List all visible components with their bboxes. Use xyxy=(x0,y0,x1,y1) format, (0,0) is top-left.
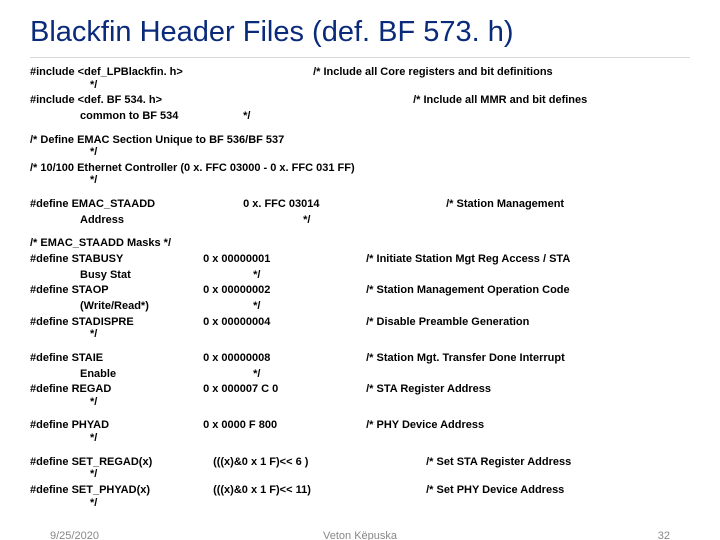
footer-author: Veton Këpuska xyxy=(323,530,397,540)
comment-text: /* Set STA Register Address xyxy=(426,456,571,469)
define-name: #define STAIE xyxy=(30,352,200,365)
comment-text: /* Station Management xyxy=(446,198,564,211)
define-set-regad: #define SET_REGAD(x) (((x)&0 x 1 F)<< 6 … xyxy=(30,456,690,469)
footer-date: 9/25/2020 xyxy=(50,530,99,540)
comment-text: /* Set PHY Device Address xyxy=(426,484,564,497)
section-comment: /* Define EMAC Section Unique to BF 536/… xyxy=(30,134,690,147)
comment-text: /* Station Management Operation Code xyxy=(366,284,570,297)
define-name-sub: Address xyxy=(30,214,240,227)
define-value: (((x)&0 x 1 F)<< 6 ) xyxy=(203,456,423,469)
comment-text: /* STA Register Address xyxy=(366,383,491,396)
comment-end: */ xyxy=(243,214,323,227)
code-text: common to BF 534 xyxy=(30,110,240,123)
define-name-sub: Busy Stat xyxy=(30,269,200,282)
define-staop: #define STAOP 0 x 00000002 /* Station Ma… xyxy=(30,284,690,297)
define-name: #define STADISPRE xyxy=(30,316,200,329)
define-phyad: #define PHYAD 0 x 0000 F 800 /* PHY Devi… xyxy=(30,419,690,432)
define-stadispre: #define STADISPRE 0 x 00000004 /* Disabl… xyxy=(30,316,690,329)
comment-end: */ xyxy=(30,432,690,445)
slide: Blackfin Header Files (def. BF 573. h) #… xyxy=(0,0,720,540)
define-name: #define REGAD xyxy=(30,383,200,396)
define-value: 0 x 00000001 xyxy=(203,253,363,266)
comment-text: /* Include all Core registers and bit de… xyxy=(313,66,553,79)
define-value: 0 x 00000002 xyxy=(203,284,363,297)
define-name-sub: Enable xyxy=(30,368,200,381)
define-value: 0 x 0000 F 800 xyxy=(203,419,363,432)
comment-text: /* Include all MMR and bit defines xyxy=(413,94,587,107)
define-stabusy: #define STABUSY 0 x 00000001 /* Initiate… xyxy=(30,253,690,266)
comment-end: */ xyxy=(243,110,250,122)
comment-end: */ xyxy=(30,174,690,187)
include-line-2b: common to BF 534 */ xyxy=(30,110,690,123)
comment-text: /* PHY Device Address xyxy=(366,419,484,432)
masks-comment: /* EMAC_STAADD Masks */ xyxy=(30,237,690,250)
comment-end: */ xyxy=(30,146,690,159)
define-value: 0 x 00000008 xyxy=(203,352,363,365)
slide-body: #include <def_LPBlackfin. h> /* Include … xyxy=(30,66,690,509)
comment-end: */ xyxy=(30,468,690,481)
define-name: #define STAOP xyxy=(30,284,200,297)
comment-end: */ xyxy=(30,79,690,92)
define-name: #define SET_REGAD(x) xyxy=(30,456,200,469)
define-value: 0 x 000007 C 0 xyxy=(203,383,363,396)
comment-end: */ xyxy=(203,300,363,313)
include-line-1: #include <def_LPBlackfin. h> /* Include … xyxy=(30,66,690,79)
define-set-phyad: #define SET_PHYAD(x) (((x)&0 x 1 F)<< 11… xyxy=(30,484,690,497)
comment-text: /* Disable Preamble Generation xyxy=(366,316,529,329)
define-name: #define PHYAD xyxy=(30,419,200,432)
define-value: 0 x 00000004 xyxy=(203,316,363,329)
comment-end: */ xyxy=(30,497,690,510)
define-emac-staadd-2: Address */ xyxy=(30,214,690,227)
define-emac-staadd: #define EMAC_STAADD 0 x. FFC 03014 /* St… xyxy=(30,198,690,211)
define-staie-sub: Enable */ xyxy=(30,368,690,381)
comment-end: */ xyxy=(30,328,690,341)
comment-end: */ xyxy=(203,269,363,282)
code-text: #include <def. BF 534. h> xyxy=(30,94,410,107)
comment-text: /* Station Mgt. Transfer Done Interrupt xyxy=(366,352,565,365)
define-stabusy-sub: Busy Stat */ xyxy=(30,269,690,282)
comment-text: /* Initiate Station Mgt Reg Access / STA xyxy=(366,253,570,266)
include-line-2: #include <def. BF 534. h> /* Include all… xyxy=(30,94,690,107)
footer-page-number: 32 xyxy=(658,530,670,540)
define-value: (((x)&0 x 1 F)<< 11) xyxy=(203,484,423,497)
define-value: 0 x. FFC 03014 xyxy=(243,198,443,211)
comment-end: */ xyxy=(30,396,690,409)
define-name: #define SET_PHYAD(x) xyxy=(30,484,200,497)
define-regad: #define REGAD 0 x 000007 C 0 /* STA Regi… xyxy=(30,383,690,396)
define-staie: #define STAIE 0 x 00000008 /* Station Mg… xyxy=(30,352,690,365)
slide-title: Blackfin Header Files (def. BF 573. h) xyxy=(30,16,690,58)
code-text: #include <def_LPBlackfin. h> xyxy=(30,66,310,79)
define-name-sub: (Write/Read*) xyxy=(30,300,200,313)
define-name: #define EMAC_STAADD xyxy=(30,198,240,211)
define-name: #define STABUSY xyxy=(30,253,200,266)
comment-end: */ xyxy=(203,368,363,381)
define-staop-sub: (Write/Read*) */ xyxy=(30,300,690,313)
section-comment: /* 10/100 Ethernet Controller (0 x. FFC … xyxy=(30,162,690,175)
